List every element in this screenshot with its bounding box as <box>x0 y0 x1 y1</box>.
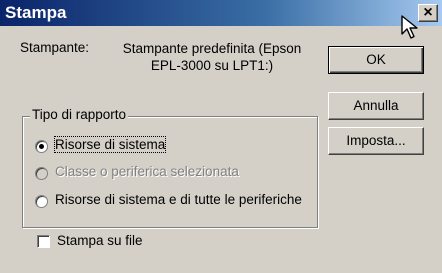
radio-all-devices[interactable] <box>35 195 48 208</box>
print-to-file-checkbox[interactable] <box>37 235 50 248</box>
printer-label: Stampante: <box>20 40 90 55</box>
print-dialog: Stampa × Stampante: Stampante predefinit… <box>0 0 442 273</box>
printer-value: Stampante predefinita (Epson EPL-3000 su… <box>122 41 302 73</box>
radio-selected-dot <box>39 144 44 149</box>
radio-system-resources-label[interactable]: Risorse di sistema <box>53 136 167 153</box>
radio-selected-class-device <box>35 167 48 180</box>
radio-system-resources[interactable] <box>35 140 48 153</box>
radio-all-devices-label[interactable]: Risorse di sistema e di tutte le perifer… <box>55 192 302 207</box>
setup-button[interactable]: Imposta... <box>328 127 424 155</box>
print-to-file-label[interactable]: Stampa su file <box>57 233 143 248</box>
radio-selected-class-device-label: Classe o periferica selezionata <box>55 164 239 179</box>
cancel-button[interactable]: Annulla <box>328 92 424 120</box>
ok-button[interactable]: OK <box>328 46 424 74</box>
mouse-pointer-icon <box>401 15 418 39</box>
title-bar[interactable]: Stampa × <box>0 0 442 26</box>
report-type-legend: Tipo di rapporto <box>30 107 129 122</box>
dialog-title: Stampa <box>5 3 67 22</box>
